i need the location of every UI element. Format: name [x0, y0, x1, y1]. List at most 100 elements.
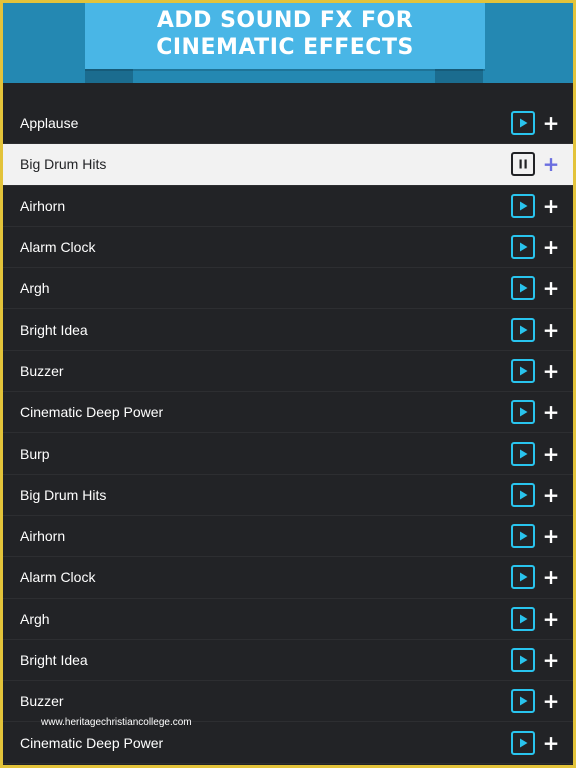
play-button[interactable] — [511, 689, 535, 714]
plus-icon: + — [542, 317, 560, 342]
sound-label: Cinematic Deep Power — [20, 734, 164, 751]
sound-label: Alarm Clock — [20, 569, 96, 586]
play-icon — [520, 531, 528, 541]
plus-icon: + — [542, 648, 560, 672]
play-icon — [520, 655, 528, 665]
add-button[interactable]: + — [541, 567, 561, 587]
plus-icon: + — [542, 441, 560, 466]
sound-row[interactable]: Alarm Clock + — [3, 557, 573, 599]
sound-row[interactable]: Alarm Clock + — [3, 227, 573, 269]
add-button[interactable]: + — [541, 237, 561, 257]
sound-label: Burp — [20, 445, 50, 462]
sound-row[interactable]: Big Drum Hits + — [3, 144, 573, 186]
sound-row[interactable]: Buzzer + — [3, 351, 573, 393]
sound-label: Cinematic Deep Power — [20, 404, 164, 421]
sound-label: Big Drum Hits — [20, 486, 107, 503]
sound-row[interactable]: Airhorn + — [3, 186, 573, 227]
plus-icon: + — [542, 565, 560, 590]
play-button[interactable] — [511, 482, 535, 507]
play-button[interactable] — [511, 358, 535, 383]
plus-icon: + — [542, 689, 560, 714]
add-button[interactable]: + — [541, 320, 561, 340]
play-button[interactable] — [511, 648, 535, 672]
play-icon — [520, 738, 528, 748]
sound-row[interactable]: Bright Idea + — [3, 309, 573, 351]
header-banner: ADD SOUND FX FOR CINEMATIC EFFECTS — [3, 3, 573, 83]
add-button[interactable]: + — [541, 278, 561, 298]
sound-label: Applause — [20, 115, 79, 132]
play-icon — [520, 572, 528, 582]
sound-label: Buzzer — [20, 362, 64, 379]
play-icon — [520, 366, 528, 376]
sound-label: Big Drum Hits — [20, 156, 107, 173]
sound-row[interactable]: Bright Idea + — [3, 640, 573, 682]
sound-label: Argh — [20, 610, 50, 627]
add-button[interactable]: + — [541, 609, 561, 629]
sound-row[interactable]: Cinematic Deep Power + — [3, 722, 573, 764]
sound-label: Airhorn — [20, 197, 66, 214]
play-button[interactable] — [511, 565, 535, 590]
watermark-text: www.heritagechristiancollege.com — [41, 717, 192, 728]
add-button[interactable]: + — [541, 154, 561, 174]
add-button[interactable]: + — [541, 733, 561, 753]
play-icon — [520, 325, 528, 335]
plus-icon: + — [542, 524, 560, 549]
play-icon — [520, 283, 528, 293]
plus-icon: + — [542, 400, 560, 425]
app-frame: ADD SOUND FX FOR CINEMATIC EFFECTS Appla… — [0, 0, 576, 768]
page-title: ADD SOUND FX FOR CINEMATIC EFFECTS — [156, 8, 414, 60]
play-button[interactable] — [511, 317, 535, 342]
sound-row[interactable]: Airhorn + — [3, 516, 573, 558]
pause-icon — [519, 159, 527, 169]
play-icon — [520, 242, 528, 252]
sound-label: Buzzer — [20, 693, 64, 710]
play-button[interactable] — [511, 606, 535, 631]
sound-row[interactable]: Applause + — [3, 103, 573, 145]
play-icon — [520, 118, 528, 128]
play-button[interactable] — [511, 400, 535, 425]
plus-icon: + — [542, 482, 560, 507]
sound-row[interactable]: Argh + — [3, 599, 573, 640]
title-ribbon: ADD SOUND FX FOR CINEMATIC EFFECTS — [85, 3, 485, 69]
play-icon — [520, 696, 528, 706]
plus-icon: + — [542, 276, 560, 301]
add-button[interactable]: + — [541, 526, 561, 546]
add-button[interactable]: + — [541, 691, 561, 711]
play-button[interactable] — [511, 193, 535, 218]
add-button[interactable]: + — [541, 402, 561, 422]
sound-row[interactable]: Cinematic Deep Power + — [3, 392, 573, 434]
add-button[interactable]: + — [541, 361, 561, 381]
plus-icon: + — [542, 730, 560, 755]
add-button[interactable]: + — [541, 650, 561, 670]
pause-button[interactable] — [511, 152, 535, 177]
play-icon — [520, 614, 528, 624]
plus-icon: + — [542, 358, 560, 383]
play-button[interactable] — [511, 524, 535, 549]
sound-row[interactable]: Burp + — [3, 433, 573, 475]
sound-label: Bright Idea — [20, 321, 88, 338]
add-button[interactable]: + — [541, 444, 561, 464]
sound-label: Bright Idea — [20, 652, 88, 668]
sound-row[interactable]: Argh + — [3, 268, 573, 310]
sound-list: Applause + Big Drum Hits + Airhorn + Alarm Clo… — [3, 103, 573, 764]
play-button[interactable] — [511, 111, 535, 136]
play-icon — [520, 407, 528, 417]
play-button[interactable] — [511, 730, 535, 755]
plus-icon: + — [542, 152, 560, 177]
add-button[interactable]: + — [541, 196, 561, 216]
play-icon — [520, 490, 528, 500]
sound-label: Airhorn — [20, 528, 66, 545]
add-button[interactable]: + — [541, 113, 561, 133]
plus-icon: + — [542, 235, 560, 260]
play-button[interactable] — [511, 441, 535, 466]
play-icon — [520, 449, 528, 459]
sound-label: Argh — [20, 280, 50, 297]
plus-icon: + — [542, 606, 560, 631]
play-button[interactable] — [511, 235, 535, 260]
play-icon — [520, 201, 528, 211]
add-button[interactable]: + — [541, 485, 561, 505]
play-button[interactable] — [511, 276, 535, 301]
sound-row[interactable]: Big Drum Hits + — [3, 475, 573, 516]
plus-icon: + — [542, 111, 560, 136]
sound-label: Alarm Clock — [20, 239, 96, 256]
